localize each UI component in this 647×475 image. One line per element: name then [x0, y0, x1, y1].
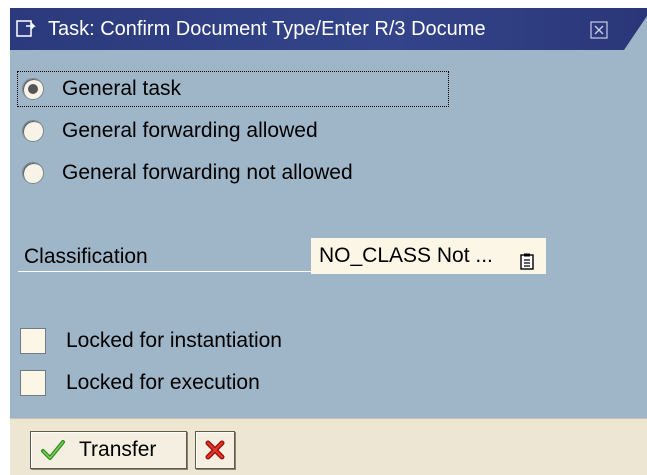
classification-label: Classification: [18, 242, 312, 272]
radio-general-forwarding-allowed[interactable]: General forwarding allowed: [18, 114, 318, 148]
checkbox-label: Locked for execution: [66, 371, 260, 394]
transfer-button[interactable]: Transfer: [30, 431, 187, 469]
checkbox[interactable]: [20, 370, 46, 396]
classification-value: NO_CLASS Not ...: [319, 244, 493, 267]
check-icon: [41, 439, 65, 461]
radio-label: General forwarding not allowed: [62, 161, 353, 184]
cancel-x-icon: [204, 439, 226, 461]
value-help-icon[interactable]: [519, 247, 535, 270]
radio-button[interactable]: [22, 120, 44, 142]
checkbox-locked-for-instantiation[interactable]: Locked for instantiation: [20, 324, 282, 358]
checkbox-label: Locked for instantiation: [66, 329, 282, 352]
checkbox[interactable]: [20, 328, 46, 354]
transfer-label: Transfer: [79, 438, 157, 461]
dialog-window: Task: Confirm Document Type/Enter R/3 Do…: [10, 8, 647, 475]
radio-label: General forwarding allowed: [62, 119, 318, 142]
title-bar[interactable]: Task: Confirm Document Type/Enter R/3 Do…: [10, 8, 647, 50]
radio-label: General task: [62, 77, 182, 100]
checkbox-locked-for-execution[interactable]: Locked for execution: [20, 366, 260, 400]
task-window-icon: [16, 20, 36, 38]
close-icon[interactable]: [590, 21, 608, 39]
dialog-footer: Transfer: [10, 418, 647, 475]
radio-button[interactable]: [22, 162, 44, 184]
cancel-button[interactable]: [195, 431, 235, 469]
radio-general-task[interactable]: General task: [17, 71, 449, 107]
window-title: Task: Confirm Document Type/Enter R/3 Do…: [48, 18, 486, 40]
classification-field[interactable]: NO_CLASS Not ...: [311, 238, 546, 274]
radio-button[interactable]: [22, 78, 44, 100]
radio-general-forwarding-not-allowed[interactable]: General forwarding not allowed: [18, 156, 353, 190]
